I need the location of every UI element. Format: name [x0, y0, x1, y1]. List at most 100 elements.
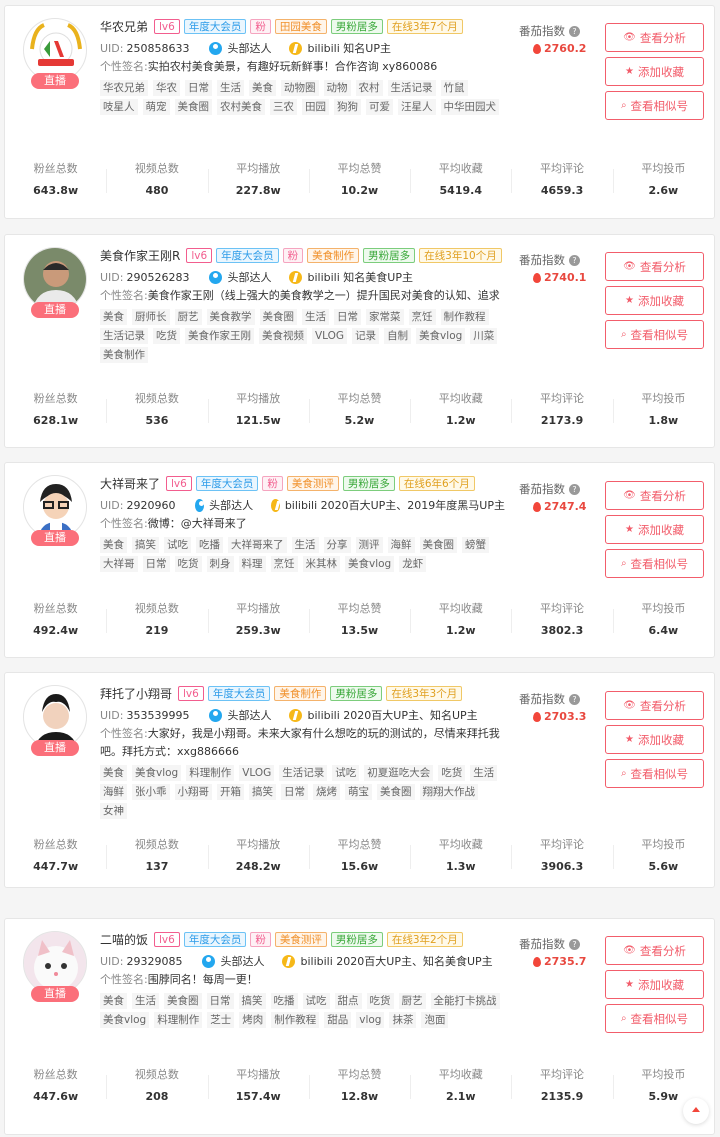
tag-item[interactable]: 厨师长: [132, 309, 170, 325]
tag-item[interactable]: 搞笑: [249, 784, 276, 800]
tag-item[interactable]: 生活: [132, 993, 159, 1009]
up-name[interactable]: 大祥哥来了: [100, 475, 160, 492]
view-similar-button[interactable]: ⌕ 查看相似号: [605, 549, 704, 578]
help-icon[interactable]: ?: [569, 938, 580, 950]
tag-item[interactable]: 美食作家王刚: [185, 328, 254, 344]
tag-item[interactable]: 吃货: [438, 765, 466, 781]
tag-item[interactable]: 竹鼠: [440, 80, 468, 96]
tag-item[interactable]: 三农: [270, 99, 297, 115]
tag-item[interactable]: 吃货: [174, 556, 202, 572]
tag-item[interactable]: 海鲜: [387, 537, 415, 553]
tag-item[interactable]: 美食制作: [100, 347, 148, 363]
tag-item[interactable]: 家常菜: [366, 309, 404, 325]
tag-item[interactable]: 厨艺: [398, 993, 426, 1009]
tag-item[interactable]: 生活记录: [387, 80, 436, 96]
tag-item[interactable]: 汪星人: [398, 99, 436, 115]
up-name[interactable]: 美食作家王刚R: [100, 247, 180, 264]
view-analysis-button[interactable]: 👁 查看分析: [605, 252, 704, 281]
add-favorite-button[interactable]: ★ 添加收藏: [605, 286, 704, 315]
tag-item[interactable]: 搞笑: [132, 537, 159, 553]
tag-item[interactable]: 生活: [470, 765, 498, 781]
tag-item[interactable]: 米其林: [302, 556, 340, 572]
view-analysis-button[interactable]: 👁 查看分析: [605, 481, 704, 510]
tag-item[interactable]: 料理: [238, 556, 266, 572]
tag-item[interactable]: 萌宝: [345, 784, 372, 800]
tag-item[interactable]: 大祥哥来了: [228, 537, 287, 553]
tag-item[interactable]: vlog: [356, 1012, 385, 1028]
tag-item[interactable]: 制作教程: [271, 1012, 320, 1028]
tag-item[interactable]: VLOG: [239, 765, 275, 781]
tag-item[interactable]: 芝士: [207, 1012, 235, 1028]
tag-item[interactable]: 甜品: [324, 1012, 352, 1028]
tag-item[interactable]: 农村: [355, 80, 383, 96]
tag-item[interactable]: 美食: [100, 765, 127, 781]
tag-item[interactable]: 美食视频: [259, 328, 307, 344]
tag-item[interactable]: 美食圈: [174, 99, 212, 115]
tag-item[interactable]: 美食圈: [259, 309, 297, 325]
tag-item[interactable]: 日常: [206, 993, 234, 1009]
tag-item[interactable]: 刺身: [206, 556, 234, 572]
up-name[interactable]: 拜托了小翔哥: [100, 685, 172, 702]
tag-item[interactable]: 分享: [323, 537, 351, 553]
tag-item[interactable]: 美食圈: [419, 537, 457, 553]
add-favorite-button[interactable]: ★ 添加收藏: [605, 970, 704, 999]
avatar-wrapper[interactable]: 直播: [23, 247, 89, 318]
tag-item[interactable]: 可爱: [366, 99, 393, 115]
add-favorite-button[interactable]: ★ 添加收藏: [605, 57, 704, 86]
tag-item[interactable]: 美食: [100, 309, 127, 325]
avatar-wrapper[interactable]: 直播: [23, 685, 89, 756]
tag-item[interactable]: 试吃: [164, 537, 191, 553]
tag-item[interactable]: 吃货: [366, 993, 394, 1009]
tag-item[interactable]: 料理制作: [154, 1012, 203, 1028]
view-analysis-button[interactable]: 👁 查看分析: [605, 23, 704, 52]
tag-item[interactable]: 吃播: [196, 537, 223, 553]
add-favorite-button[interactable]: ★ 添加收藏: [605, 725, 704, 754]
avatar-wrapper[interactable]: 直播: [23, 475, 89, 546]
avatar-wrapper[interactable]: 直播: [23, 18, 89, 89]
tag-item[interactable]: 美食: [100, 993, 127, 1009]
view-similar-button[interactable]: ⌕ 查看相似号: [605, 1004, 704, 1033]
add-favorite-button[interactable]: ★ 添加收藏: [605, 515, 704, 544]
tag-item[interactable]: 搞笑: [238, 993, 266, 1009]
tag-item[interactable]: 美食vlog: [132, 765, 182, 781]
help-icon[interactable]: ?: [569, 693, 580, 705]
avatar-wrapper[interactable]: 直播: [23, 931, 89, 1002]
tag-item[interactable]: 小翔哥: [174, 784, 212, 800]
tag-item[interactable]: 甜点: [334, 993, 362, 1009]
tag-item[interactable]: 日常: [334, 309, 361, 325]
tag-item[interactable]: 烹饪: [408, 309, 436, 325]
help-icon[interactable]: ?: [569, 25, 580, 37]
tag-item[interactable]: 萌宠: [142, 99, 170, 115]
tag-item[interactable]: 吃货: [153, 328, 180, 344]
tag-item[interactable]: 田园: [302, 99, 329, 115]
tag-item[interactable]: 厨艺: [174, 309, 202, 325]
tag-item[interactable]: 抹茶: [389, 1012, 417, 1028]
tag-item[interactable]: 生活: [302, 309, 329, 325]
tag-item[interactable]: 制作教程: [440, 309, 489, 325]
tag-item[interactable]: 张小乖: [132, 784, 170, 800]
tag-item[interactable]: 日常: [142, 556, 170, 572]
view-analysis-button[interactable]: 👁 查看分析: [605, 691, 704, 720]
tag-item[interactable]: 美食: [249, 80, 276, 96]
help-icon[interactable]: ?: [569, 483, 580, 495]
tag-item[interactable]: 大祥哥: [100, 556, 138, 572]
tag-item[interactable]: 中华田园犬: [440, 99, 499, 115]
tag-item[interactable]: 烧烤: [313, 784, 340, 800]
tag-item[interactable]: 海鲜: [100, 784, 127, 800]
tag-item[interactable]: 华农: [153, 80, 180, 96]
tag-item[interactable]: 螃蟹: [462, 537, 489, 553]
back-to-top-button[interactable]: [683, 1098, 709, 1124]
tag-item[interactable]: 美食教学: [206, 309, 255, 325]
tag-item[interactable]: 动物圈: [281, 80, 319, 96]
view-similar-button[interactable]: ⌕ 查看相似号: [605, 759, 704, 788]
view-similar-button[interactable]: ⌕ 查看相似号: [605, 91, 704, 120]
tag-item[interactable]: 生活: [217, 80, 244, 96]
tag-item[interactable]: 龙虾: [399, 556, 427, 572]
tag-item[interactable]: 自制: [384, 328, 412, 344]
tag-item[interactable]: 生活: [291, 537, 319, 553]
tag-item[interactable]: 初夏逛吃大会: [364, 765, 434, 781]
tag-item[interactable]: 美食vlog: [345, 556, 395, 572]
tag-item[interactable]: 美食vlog: [100, 1012, 150, 1028]
tag-item[interactable]: 美食圈: [164, 993, 202, 1009]
up-name[interactable]: 华农兄弟: [100, 18, 148, 35]
